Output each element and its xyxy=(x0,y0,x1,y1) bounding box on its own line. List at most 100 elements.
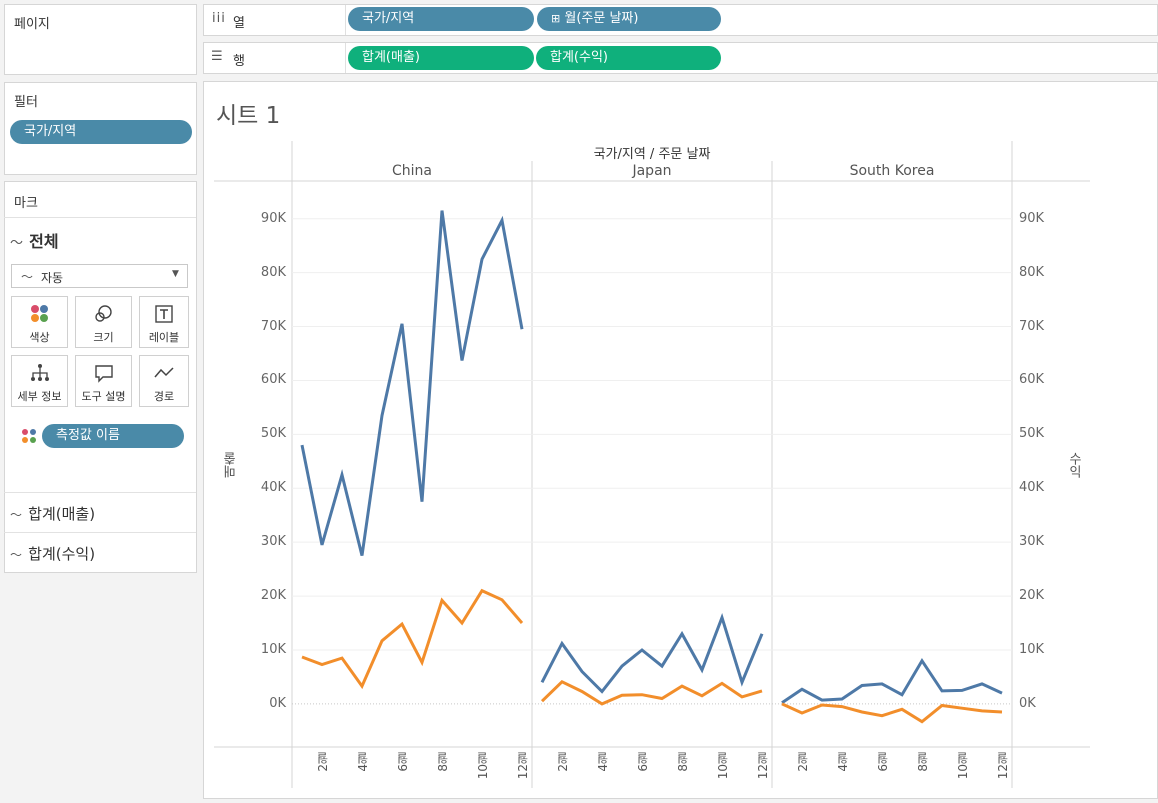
y-tick-left: 10K xyxy=(260,641,286,657)
y-tick-right: 10K xyxy=(1019,641,1045,657)
speech-bubble-icon xyxy=(76,362,131,388)
label-label: 레이블 xyxy=(148,331,180,344)
mark-type-dropdown[interactable]: 〜 자동 ▼ xyxy=(11,264,188,288)
columns-pill-month-label: 월(주문 날짜) xyxy=(564,11,639,26)
chevron-down-icon: ▼ xyxy=(172,269,179,279)
y-tick-left: 90K xyxy=(260,210,286,226)
x-tick-label: 6월 xyxy=(876,752,890,772)
measure-names-pill[interactable]: 측정값 이름 xyxy=(42,424,184,448)
marks-divider-1 xyxy=(4,217,196,218)
x-tick-label: 2월 xyxy=(796,752,810,772)
y-tick-right: 50K xyxy=(1019,426,1045,442)
columns-shelf-label: 열 xyxy=(233,16,245,31)
mark-type-value: 자동 xyxy=(41,271,64,285)
x-tick-label: 6월 xyxy=(636,752,650,772)
shelf-separator xyxy=(345,43,346,73)
rows-icon: ☰ xyxy=(211,49,223,64)
x-tick-label: 8월 xyxy=(676,752,690,772)
y-tick-right: 70K xyxy=(1019,318,1045,334)
filters-title: 필터 xyxy=(14,95,38,110)
line-mark-icon: 〜 xyxy=(10,548,23,562)
color-icon xyxy=(12,303,67,329)
y-tick-right: 80K xyxy=(1019,264,1045,280)
tooltip-label: 도구 설명 xyxy=(81,390,126,403)
x-tick-label: 8월 xyxy=(916,752,930,772)
x-tick-label: 4월 xyxy=(356,752,370,772)
size-label: 크기 xyxy=(93,331,114,344)
size-button[interactable]: 크기 xyxy=(75,296,132,348)
hierarchy-icon xyxy=(12,362,67,388)
path-button[interactable]: 경로 xyxy=(139,355,189,407)
x-tick-label: 10월 xyxy=(476,752,490,780)
pages-title: 페이지 xyxy=(14,17,50,32)
marks-all-card[interactable]: 〜 전체 xyxy=(10,228,59,252)
x-tick-label: 12월 xyxy=(756,752,770,780)
expand-icon: ⊞ xyxy=(551,12,561,25)
filters-panel[interactable]: 필터 국가/지역 xyxy=(4,82,197,175)
detail-button[interactable]: 세부 정보 xyxy=(11,355,68,407)
columns-icon: iii xyxy=(212,11,226,26)
y-tick-right: 60K xyxy=(1019,372,1045,388)
x-tick-label: 6월 xyxy=(396,752,410,772)
sheet-title: 시트 1 xyxy=(216,103,281,129)
x-tick-label: 2월 xyxy=(556,752,570,772)
color-button[interactable]: 색상 xyxy=(11,296,68,348)
x-tick-label: 2월 xyxy=(316,752,330,772)
line-mark-icon: 〜 xyxy=(10,236,24,251)
rows-pill-profit[interactable]: 합계(수익) xyxy=(536,46,721,70)
pages-panel[interactable]: 페이지 xyxy=(4,4,197,75)
y-tick-left: 30K xyxy=(260,534,286,550)
marks-section-profit-label: 합계(수익) xyxy=(28,545,96,563)
panel-header-china[interactable]: China xyxy=(292,163,532,179)
line-mark-icon: 〜 xyxy=(10,508,23,522)
tooltip-button[interactable]: 도구 설명 xyxy=(75,355,132,407)
y-tick-left: 40K xyxy=(260,480,286,496)
marks-section-profit[interactable]: 〜 합계(수익) xyxy=(10,543,95,564)
columns-pill-country[interactable]: 국가/지역 xyxy=(348,7,534,31)
marks-all-label: 전체 xyxy=(29,232,59,251)
color-dots-icon xyxy=(21,428,37,448)
chart-header: 국가/지역 / 주문 날짜 xyxy=(593,147,711,162)
y-tick-left: 0K xyxy=(269,695,286,711)
filter-pill-country[interactable]: 국가/지역 xyxy=(10,120,192,144)
path-icon xyxy=(140,362,188,388)
path-label: 경로 xyxy=(153,390,175,403)
marks-divider-2 xyxy=(4,492,196,493)
panel-header-south-korea[interactable]: South Korea xyxy=(772,163,1012,179)
marks-section-sales-label: 합계(매출) xyxy=(28,505,96,523)
panel-header-japan[interactable]: Japan xyxy=(532,163,772,179)
y-tick-right: 20K xyxy=(1019,588,1045,604)
y-tick-left: 60K xyxy=(260,372,286,388)
detail-label: 세부 정보 xyxy=(17,390,62,403)
y-tick-right: 0K xyxy=(1019,695,1036,711)
y-tick-left: 70K xyxy=(260,318,286,334)
y-tick-right: 40K xyxy=(1019,480,1045,496)
x-tick-label: 4월 xyxy=(836,752,850,772)
y-tick-right: 90K xyxy=(1019,210,1045,226)
x-tick-label: 12월 xyxy=(516,752,530,780)
y-tick-right: 30K xyxy=(1019,534,1045,550)
line-mark-icon: 〜 xyxy=(21,270,34,284)
marks-title: 마크 xyxy=(14,196,38,211)
columns-pill-month[interactable]: ⊞ 월(주문 날짜) xyxy=(537,7,721,31)
shelf-separator xyxy=(345,5,346,35)
label-button[interactable]: 레이블 xyxy=(139,296,189,348)
rows-shelf-label: 행 xyxy=(233,54,245,69)
y-tick-left: 20K xyxy=(260,588,286,604)
y-tick-left: 80K xyxy=(260,264,286,280)
x-tick-label: 10월 xyxy=(716,752,730,780)
sheet-area[interactable] xyxy=(203,81,1158,799)
marks-section-sales[interactable]: 〜 합계(매출) xyxy=(10,503,95,524)
x-tick-label: 12월 xyxy=(996,752,1010,780)
x-tick-label: 8월 xyxy=(436,752,450,772)
rows-pill-sales[interactable]: 합계(매출) xyxy=(348,46,534,70)
y-tick-left: 50K xyxy=(260,426,286,442)
x-tick-label: 10월 xyxy=(956,752,970,780)
marks-divider-3 xyxy=(4,532,196,533)
color-label: 색상 xyxy=(29,331,50,344)
y-axis-left-title[interactable]: 매출 xyxy=(222,452,241,478)
text-label-icon xyxy=(140,303,188,329)
size-icon xyxy=(76,303,131,329)
x-tick-label: 4월 xyxy=(596,752,610,772)
y-axis-right-title[interactable]: 수익 xyxy=(1064,452,1083,478)
